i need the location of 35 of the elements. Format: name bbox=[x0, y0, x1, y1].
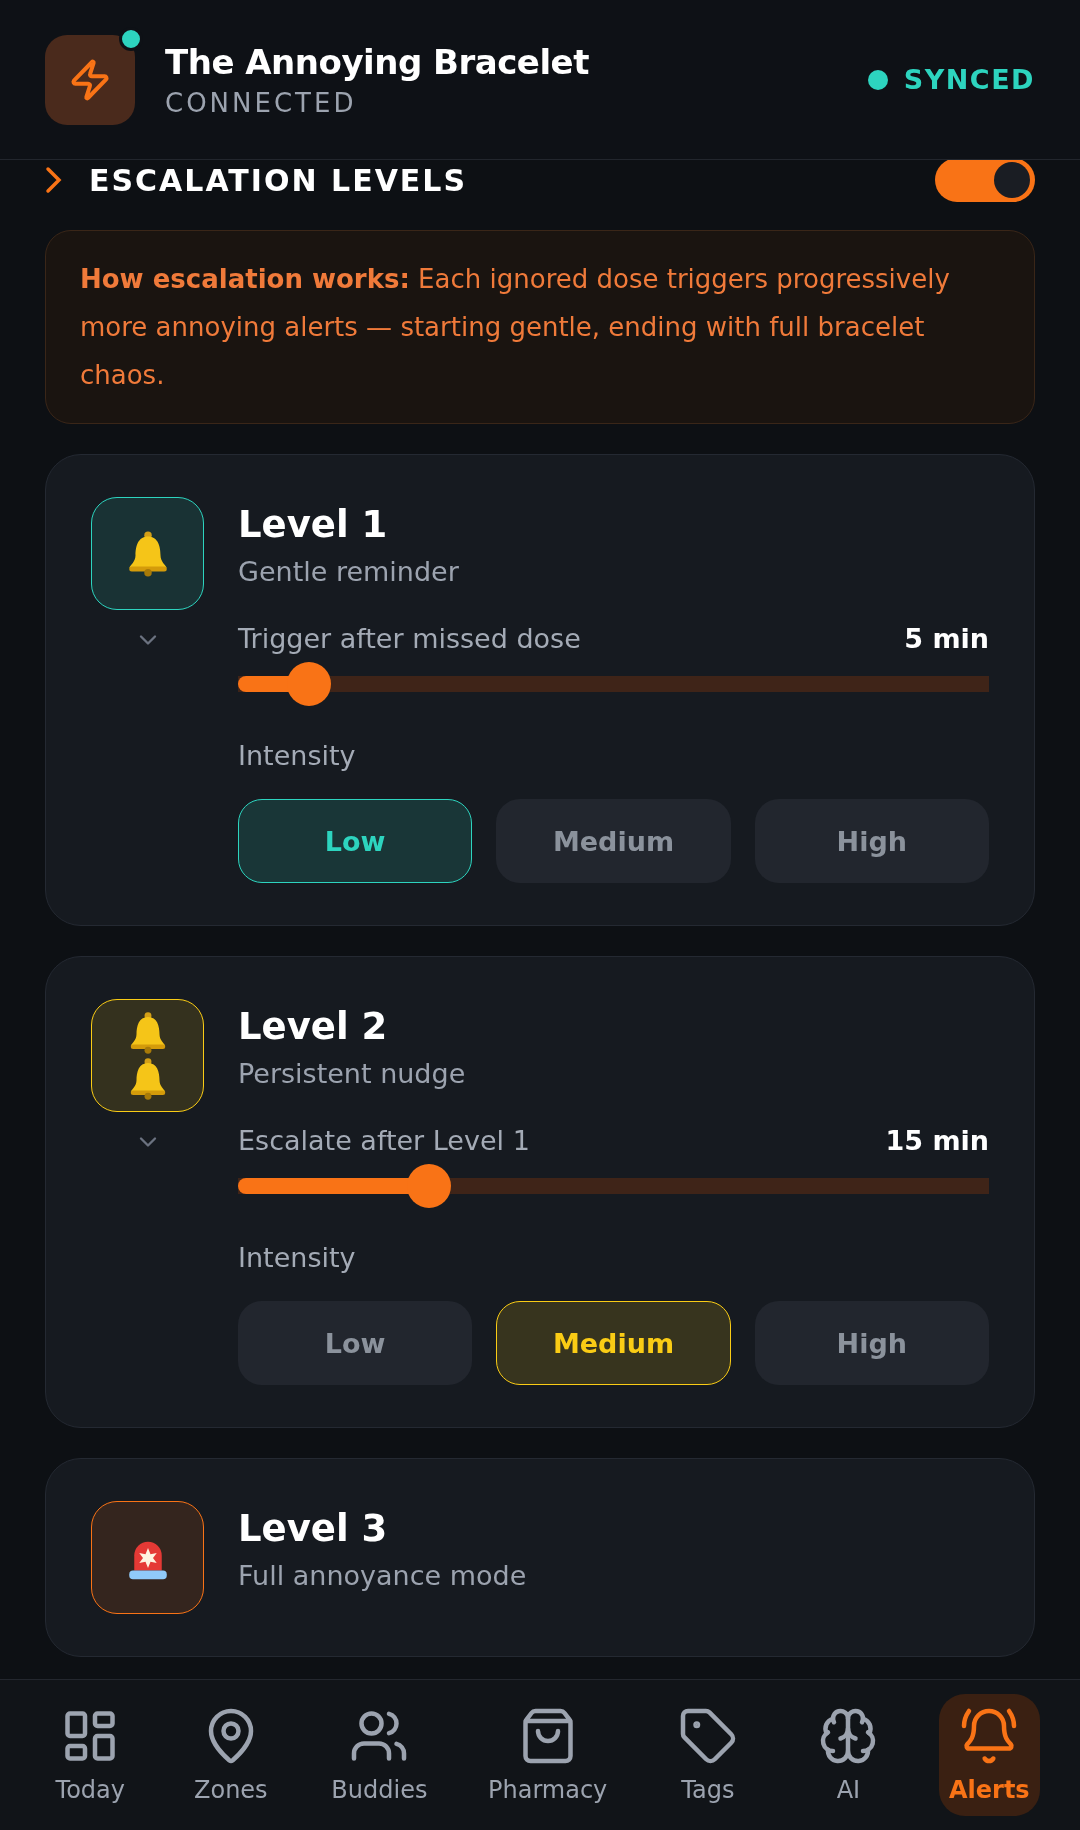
intensity-option[interactable]: Medium bbox=[496, 1301, 731, 1385]
connection-status: CONNECTED bbox=[165, 87, 358, 118]
level-subtitle: Gentle reminder bbox=[238, 556, 460, 587]
intensity-option[interactable]: High bbox=[754, 1301, 989, 1385]
nav-tab[interactable]: Today bbox=[40, 1694, 141, 1816]
intensity-option[interactable]: High bbox=[754, 799, 989, 883]
slider-label: Trigger after missed dose bbox=[238, 623, 581, 654]
intensity-label: Intensity bbox=[238, 740, 357, 771]
sync-dot bbox=[867, 69, 888, 90]
nav-tab[interactable]: Alerts bbox=[938, 1694, 1040, 1816]
section-title: ESCALATION LEVELS bbox=[89, 162, 469, 198]
slider-thumb[interactable] bbox=[406, 1164, 451, 1208]
intensity-label: Intensity bbox=[238, 1242, 357, 1273]
nav-tab[interactable]: Zones bbox=[180, 1694, 281, 1816]
escalation-toggle[interactable] bbox=[935, 160, 1035, 202]
sync-status: SYNCED bbox=[903, 64, 1035, 95]
intensity-option[interactable]: Low bbox=[238, 799, 473, 883]
level-title: Level 2 bbox=[238, 1005, 389, 1048]
slider-label: Escalate after Level 1 bbox=[238, 1125, 530, 1156]
slider-reading: 5 min bbox=[904, 623, 989, 654]
level-title: Level 1 bbox=[238, 503, 389, 546]
level-title: Level 3 bbox=[238, 1507, 389, 1550]
slider-thumb[interactable] bbox=[287, 662, 332, 706]
device-title: The Annoying Bracelet bbox=[165, 41, 590, 82]
nav-tab[interactable]: Buddies bbox=[321, 1694, 438, 1816]
intensity-option[interactable]: Low bbox=[238, 1301, 473, 1385]
nav-tab[interactable]: Pharmacy bbox=[478, 1694, 618, 1816]
slider-reading: 15 min bbox=[885, 1125, 989, 1156]
intensity-option[interactable]: Medium bbox=[496, 799, 731, 883]
chevron-icon[interactable] bbox=[45, 166, 63, 194]
info-note: How escalation works: Each ignored dose triggers progressively more annoying alerts — starting gentle, ending with full bracelet chaos. bbox=[45, 230, 1035, 424]
nav-tab[interactable]: Tags bbox=[657, 1694, 758, 1816]
level-subtitle: Full annoyance mode bbox=[238, 1560, 528, 1591]
level-subtitle: Persistent nudge bbox=[238, 1058, 467, 1089]
nav-tab[interactable]: AI bbox=[798, 1694, 899, 1816]
